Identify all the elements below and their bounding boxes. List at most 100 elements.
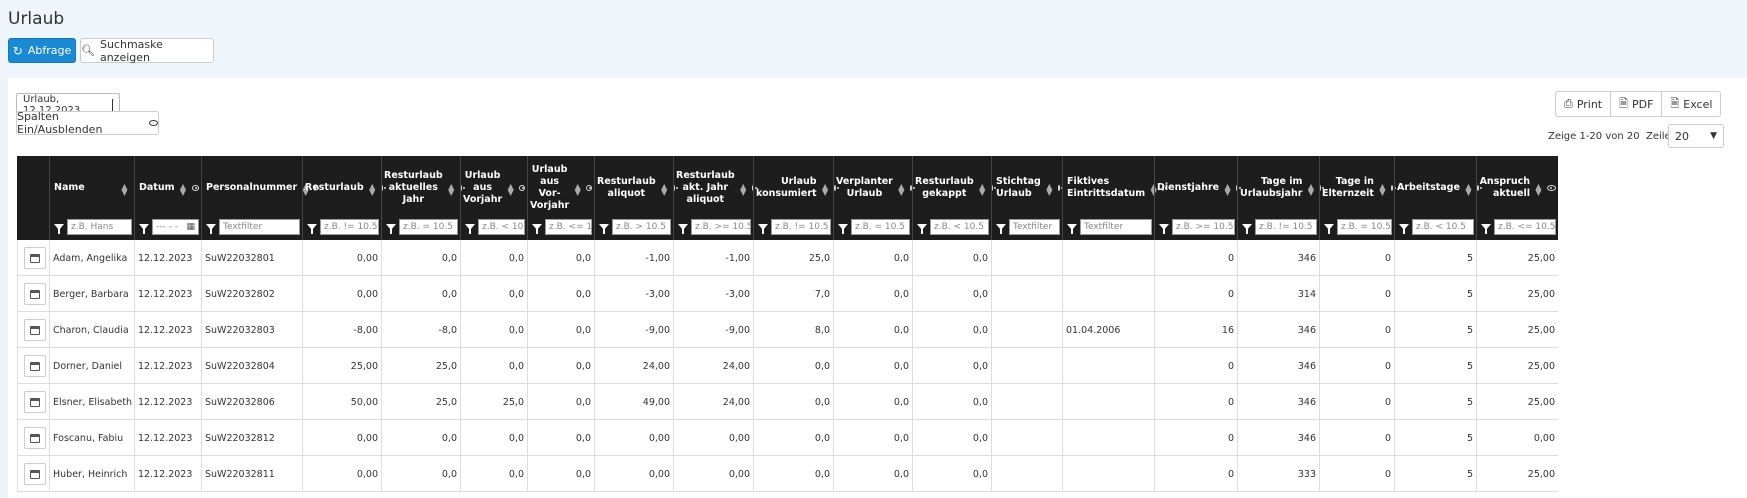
column-filter-input[interactable]: Textfilter <box>219 219 300 235</box>
column-header[interactable]: Urlaub aus Vorjahr▲▼ z.B. < 10.5 <box>460 156 527 240</box>
column-filter-input[interactable]: z.B. Hans <box>67 219 132 235</box>
column-header[interactable]: Resturlaub aktuelles Jahr ▲▼ z.B. = 10.5 <box>381 156 465 240</box>
sort-icon[interactable]: ▲▼ <box>976 182 988 194</box>
column-filter-input[interactable]: z.B. != 10.5 <box>771 219 831 235</box>
calendar-button[interactable] <box>24 247 46 269</box>
sort-icon[interactable]: ▲▼ <box>1304 182 1316 194</box>
toggle-columns-button[interactable]: Spalten Ein/Ausblenden <box>16 110 159 136</box>
sort-icon[interactable]: ▲▼ <box>658 182 670 194</box>
sort-icon[interactable]: ▲▼ <box>504 182 516 194</box>
table-row[interactable]: Foscanu, Fabiu 12.12.2023 SuW22032812 0,00 0… <box>17 420 1558 456</box>
column-filter-input[interactable]: --- - - ▦ <box>152 219 199 235</box>
column-filter-input[interactable]: z.B. = 10.5 <box>851 219 910 235</box>
table-row[interactable]: Dorner, Daniel 12.12.2023 SuW22032804 25,00… <box>17 348 1558 384</box>
filter-icon[interactable] <box>532 224 542 234</box>
eye-icon[interactable] <box>1057 185 1064 191</box>
column-header[interactable]: Tage in Elternzeit ▲▼ z.B. = 10.5 <box>1319 156 1396 240</box>
eye-icon[interactable] <box>191 185 199 191</box>
table-row[interactable]: Huber, Heinrich 12.12.2023 SuW22032811 0,00… <box>17 456 1558 492</box>
column-header[interactable]: Urlaub aus Vor-Vorjahr▲▼ z.B. <= 10.5 <box>527 156 594 240</box>
column-filter-input[interactable]: z.B. != 10.5 <box>1255 219 1317 235</box>
column-header[interactable]: Urlaub konsumiert ▲▼ z.B. != 10.5 <box>753 156 839 240</box>
pdf-button[interactable]: 🗎︎ PDF <box>1610 91 1663 117</box>
table-row[interactable]: Berger, Barbara 12.12.2023 SuW22032802 0,00… <box>17 276 1558 312</box>
column-header[interactable]: Dienstjahre ▲▼ z.B. >= 10.5 <box>1154 156 1242 240</box>
column-header[interactable]: Resturlaub ▲▼ z.B. != 10.5 <box>302 156 386 240</box>
column-filter-input[interactable]: z.B. <= 10.5 <box>545 219 592 235</box>
column-header[interactable]: Verplanter Urlaub ▲▼ z.B. = 10.5 <box>833 156 915 240</box>
column-filter-input[interactable]: z.B. < 10.5 <box>478 219 525 235</box>
column-header[interactable]: Fiktives Eintrittsdatum ▲▼ Textfilter <box>1062 156 1168 240</box>
column-header[interactable]: Tage im Urlaubsjahr ▲▼ z.B. != 10.5 <box>1237 156 1325 240</box>
eye-icon[interactable] <box>586 185 592 191</box>
column-filter-input[interactable]: z.B. < 10.5 <box>1412 219 1474 235</box>
sort-icon[interactable]: ▲▼ <box>1462 182 1474 194</box>
calendar-button[interactable] <box>24 355 46 377</box>
print-button[interactable]: ⎙ Print <box>1555 91 1612 117</box>
table-row[interactable]: Adam, Angelika 12.12.2023 SuW22032801 0,00 0… <box>17 240 1558 276</box>
column-header[interactable]: Datum ▲▼ --- - - ▦ <box>134 156 201 240</box>
column-filter-input[interactable]: z.B. != 10.5 <box>320 219 379 235</box>
filter-icon[interactable] <box>465 224 475 234</box>
filter-icon[interactable] <box>1399 224 1409 234</box>
calendar-button[interactable] <box>24 427 46 449</box>
column-header[interactable]: Stichtag Urlaub ▲▼ Textfilter <box>991 156 1064 240</box>
filter-icon[interactable] <box>838 224 848 234</box>
filter-icon[interactable] <box>307 224 317 234</box>
excel-button[interactable]: 🗎︎ Excel <box>1661 91 1722 117</box>
sort-icon[interactable]: ▲▼ <box>445 182 457 194</box>
column-filter-input[interactable]: z.B. <= 10.5 <box>1494 219 1556 235</box>
calendar-button[interactable] <box>24 319 46 341</box>
filter-icon[interactable] <box>386 224 396 234</box>
calendar-button[interactable] <box>24 391 46 413</box>
sort-icon[interactable]: ▲▼ <box>895 182 907 194</box>
column-header[interactable]: Resturlaub aliquot ▲▼ z.B. > 10.5 <box>594 156 678 240</box>
sort-icon[interactable]: ▲▼ <box>177 182 189 194</box>
column-filter-input[interactable]: z.B. >= 10.5 <box>691 219 751 235</box>
filter-icon[interactable] <box>599 224 609 234</box>
filter-icon[interactable] <box>758 224 768 234</box>
filter-icon[interactable] <box>1159 224 1169 234</box>
sort-icon[interactable]: ▲▼ <box>1532 182 1544 194</box>
eye-icon[interactable] <box>1390 185 1396 191</box>
filter-icon[interactable] <box>678 224 688 234</box>
column-filter-input[interactable]: z.B. = 10.5 <box>1337 219 1392 235</box>
column-filter-input[interactable]: Textfilter <box>1080 219 1152 235</box>
sort-icon[interactable]: ▲▼ <box>118 182 130 194</box>
sort-icon[interactable]: ▲▼ <box>366 182 378 194</box>
calendar-button[interactable] <box>24 463 46 485</box>
filter-icon[interactable] <box>139 224 149 234</box>
filter-icon[interactable] <box>54 224 64 234</box>
filter-icon[interactable] <box>917 224 927 234</box>
sort-icon[interactable]: ▲▼ <box>1043 182 1055 194</box>
column-header[interactable]: Resturlaub gekappt ▲▼ z.B. < 10.5 <box>912 156 996 240</box>
eye-icon[interactable] <box>519 185 525 191</box>
column-header[interactable]: Personalnummer ▲▼ Textfilter <box>201 156 320 240</box>
sort-icon[interactable]: ▲▼ <box>571 182 583 194</box>
filter-icon[interactable] <box>1067 224 1077 234</box>
table-row[interactable]: Elsner, Elisabeth 12.12.2023 SuW22032806 50… <box>17 384 1558 420</box>
column-filter-input[interactable]: z.B. < 10.5 <box>930 219 989 235</box>
search-mask-button[interactable]: 🔍︎ Suchmaske anzeigen <box>80 38 214 64</box>
column-filter-input[interactable]: z.B. > 10.5 <box>612 219 671 235</box>
column-header[interactable]: Arbeitstage ▲▼ z.B. < 10.5 <box>1394 156 1482 240</box>
filter-icon[interactable] <box>1324 224 1334 234</box>
eye-icon[interactable] <box>1547 185 1556 191</box>
column-filter-input[interactable]: z.B. = 10.5 <box>399 219 458 235</box>
column-header[interactable]: Anspruch aktuell ▲▼ z.B. <= 10.5 <box>1476 156 1558 240</box>
filter-icon[interactable] <box>1242 224 1252 234</box>
filter-icon[interactable] <box>1481 224 1491 234</box>
calendar-icon[interactable]: ▦ <box>186 222 195 232</box>
rows-per-page-select[interactable]: 20 ▼ <box>1668 124 1724 148</box>
calendar-button[interactable] <box>24 283 46 305</box>
sort-icon[interactable]: ▲▼ <box>819 182 831 194</box>
filter-icon[interactable] <box>996 224 1006 234</box>
sort-icon[interactable]: ▲▼ <box>1376 182 1388 194</box>
column-header[interactable]: Name ▲▼ z.B. Hans <box>49 156 134 240</box>
column-header[interactable]: Resturlaub akt. Jahr aliquot ▲▼ z.B. >= 10… <box>673 156 757 240</box>
column-filter-input[interactable]: Textfilter <box>1009 219 1060 235</box>
sort-icon[interactable]: ▲▼ <box>737 182 749 194</box>
column-filter-input[interactable]: z.B. >= 10.5 <box>1172 219 1235 235</box>
query-button[interactable]: ↻ Abfrage <box>8 38 76 63</box>
table-row[interactable]: Charon, Claudia 12.12.2023 SuW22032803 -8,0… <box>17 312 1558 348</box>
